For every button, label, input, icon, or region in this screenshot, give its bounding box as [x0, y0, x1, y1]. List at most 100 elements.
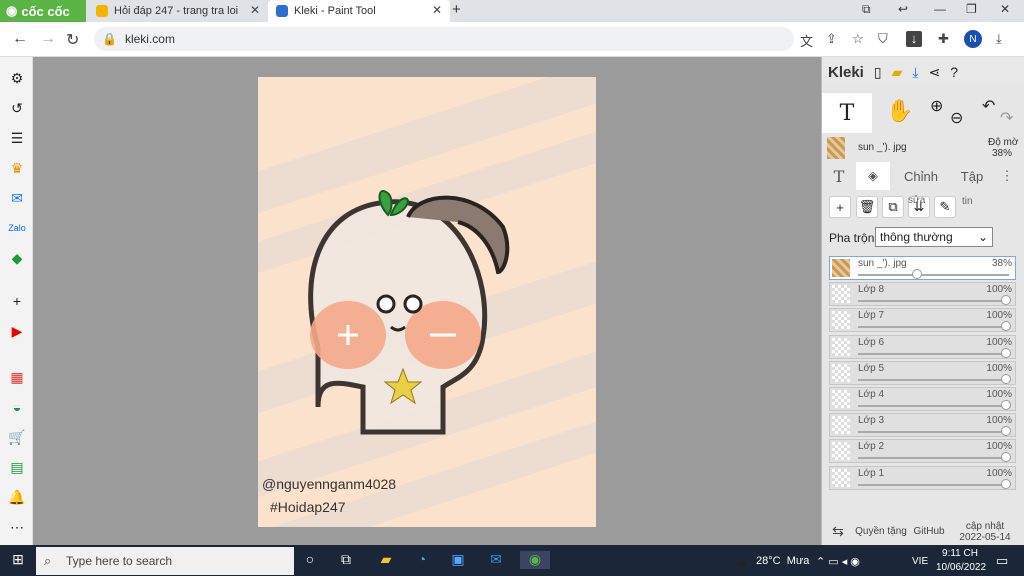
browser-brand[interactable]: ◉ cốc cốc [0, 0, 86, 22]
zoom-in-icon[interactable]: ⊕ [930, 96, 943, 116]
store-icon[interactable]: ▣ [448, 551, 468, 569]
add-icon[interactable]: + [8, 292, 26, 310]
layer-opacity-slider[interactable] [858, 405, 1009, 407]
calendar-icon[interactable]: ▦ [8, 368, 26, 386]
slider-knob[interactable] [1001, 452, 1011, 463]
layer-opacity-slider[interactable] [858, 431, 1009, 434]
gamepad-icon[interactable]: ◆ [8, 249, 26, 267]
slider-knob[interactable] [1001, 426, 1011, 437]
rename-layer-button[interactable]: ✎ [934, 196, 956, 218]
shopping-cart-icon[interactable]: 🛒 [8, 428, 26, 446]
layer-opacity-slider[interactable] [858, 274, 1009, 276]
file-explorer-icon[interactable]: ▰ [376, 551, 396, 569]
slider-knob[interactable] [1001, 400, 1011, 410]
download-icon[interactable]: ⤓ [912, 64, 918, 81]
clock-date[interactable]: 10/06/2022 [936, 562, 986, 573]
close-tab-icon[interactable]: ✕ [250, 3, 260, 17]
more-icon[interactable]: ⋯ [8, 518, 26, 536]
layer-opacity-slider[interactable] [858, 300, 1009, 303]
help-icon[interactable]: ? [950, 64, 958, 80]
forward-button[interactable]: → [40, 30, 56, 48]
slider-knob[interactable] [1001, 478, 1011, 489]
zalo-icon[interactable]: Zalo [8, 219, 26, 237]
tab-adjust[interactable]: Chỉnh [890, 162, 952, 190]
cortana-icon[interactable]: ○ [300, 551, 320, 569]
delete-layer-button[interactable]: 🗑 [856, 196, 878, 218]
layer-opacity-slider[interactable] [858, 352, 1009, 355]
spreadsheet-icon[interactable]: ▤ [8, 458, 26, 476]
mail-icon[interactable]: ✉ [486, 551, 506, 569]
taskbar-search-input[interactable]: Type here to search [36, 547, 294, 575]
layer-row[interactable]: Lớp 1 100% [829, 465, 1016, 490]
crown-icon[interactable]: ♛ [8, 159, 26, 177]
swap-icon[interactable]: ⇆ [822, 523, 854, 540]
windows-start-icon[interactable]: ⊞ [8, 551, 28, 569]
url-field[interactable]: 🔒 kleki.com [94, 27, 794, 51]
restore-button[interactable]: ❐ [966, 2, 977, 16]
back-button[interactable]: ← [12, 30, 28, 48]
tab-text[interactable]: T [822, 162, 856, 190]
minimize-button[interactable]: — [934, 2, 946, 16]
slider-knob[interactable] [912, 269, 923, 279]
layer-opacity-slider[interactable] [858, 378, 1009, 381]
slider-knob[interactable] [1001, 295, 1011, 306]
layer-row[interactable]: sun _'). jpg 38% [829, 256, 1016, 280]
layer-row[interactable]: Lớp 5 100% [829, 360, 1016, 385]
coccoc-taskbar-icon[interactable]: ◉ [520, 551, 550, 569]
tab-layers[interactable]: ◈ [856, 162, 890, 190]
bell-icon[interactable]: 🔔 [8, 488, 26, 506]
tab-file[interactable]: Tập [952, 162, 992, 190]
screenshot-icon[interactable]: ⧉ [862, 2, 871, 17]
blend-mode-select[interactable]: thông thường ⌄ [875, 227, 993, 247]
layer-row[interactable]: Lớp 3 100% [829, 413, 1016, 438]
share-icon[interactable]: ⇪ [826, 31, 837, 47]
layer-opacity-slider[interactable] [858, 483, 1009, 486]
downloads-icon[interactable]: ⤓ [996, 31, 1002, 47]
text-tool-button[interactable]: T [822, 93, 872, 133]
settings-gear-icon[interactable]: ⚙ [8, 69, 26, 87]
reload-button[interactable]: ↻ [66, 30, 79, 50]
download-box-icon[interactable]: ↓ [906, 31, 922, 47]
tray-icons[interactable]: ⌃ ▭ ◂ ◉ [816, 555, 860, 568]
avatar[interactable]: N [964, 30, 982, 48]
slider-knob[interactable] [1001, 347, 1011, 358]
add-layer-button[interactable]: + [829, 196, 851, 218]
shield-icon[interactable]: ⛉ [878, 31, 888, 47]
open-folder-icon[interactable]: ▰ [892, 64, 903, 81]
youtube-icon[interactable]: ▶ [8, 322, 26, 340]
tab-hoidap[interactable]: Hỏi đáp 247 - trang tra loi ✕ [88, 0, 268, 22]
more-menu-icon[interactable]: ⋮ [992, 162, 1022, 190]
notification-icon[interactable]: ▭ [996, 553, 1008, 569]
edge-icon[interactable]: ◔ [412, 551, 432, 569]
redo-icon[interactable]: ↷ [1000, 108, 1013, 128]
slider-knob[interactable] [1001, 321, 1011, 332]
layer-opacity-slider[interactable] [858, 457, 1009, 460]
close-window-button[interactable]: ✕ [1000, 2, 1010, 16]
bookmark-star-icon[interactable]: ☆ [852, 31, 864, 47]
share-icon[interactable]: ⋖ [929, 64, 941, 81]
layer-row[interactable]: Lớp 2 100% [829, 439, 1016, 464]
new-image-icon[interactable]: ▯ [874, 64, 882, 81]
github-link[interactable]: GitHub [908, 526, 950, 537]
new-tab-button[interactable]: + [452, 1, 461, 18]
clock-time[interactable]: 9:11 CH [940, 548, 980, 559]
hand-tool-icon[interactable]: ✋ [886, 98, 913, 124]
privacy-link[interactable]: Quyền tặng [854, 526, 908, 537]
update-info[interactable]: cập nhật 2022-05-14 [950, 521, 1020, 543]
back-arrow-icon[interactable]: ↩ [898, 2, 908, 16]
layer-row[interactable]: Lớp 7 100% [829, 308, 1016, 333]
messenger-icon[interactable]: ✉ [8, 189, 26, 207]
extensions-icon[interactable]: ✚ [938, 31, 949, 47]
layer-row[interactable]: Lớp 4 100% [829, 387, 1016, 411]
drawing-canvas[interactable] [258, 77, 596, 527]
language-indicator[interactable]: VIE [912, 556, 928, 567]
turtle-icon[interactable]: ◒ [8, 398, 26, 416]
slider-knob[interactable] [1001, 373, 1011, 384]
weather-text[interactable]: 28°C Mưa [756, 555, 809, 567]
translate-icon[interactable]: 文 [800, 31, 813, 50]
tab-kleki[interactable]: Kleki - Paint Tool ✕ [268, 0, 450, 22]
list-icon[interactable]: ☰ [8, 129, 26, 147]
duplicate-layer-button[interactable]: ⧉ [882, 196, 904, 218]
layer-row[interactable]: Lớp 6 100% [829, 334, 1016, 359]
undo-icon[interactable]: ↶ [982, 96, 995, 116]
